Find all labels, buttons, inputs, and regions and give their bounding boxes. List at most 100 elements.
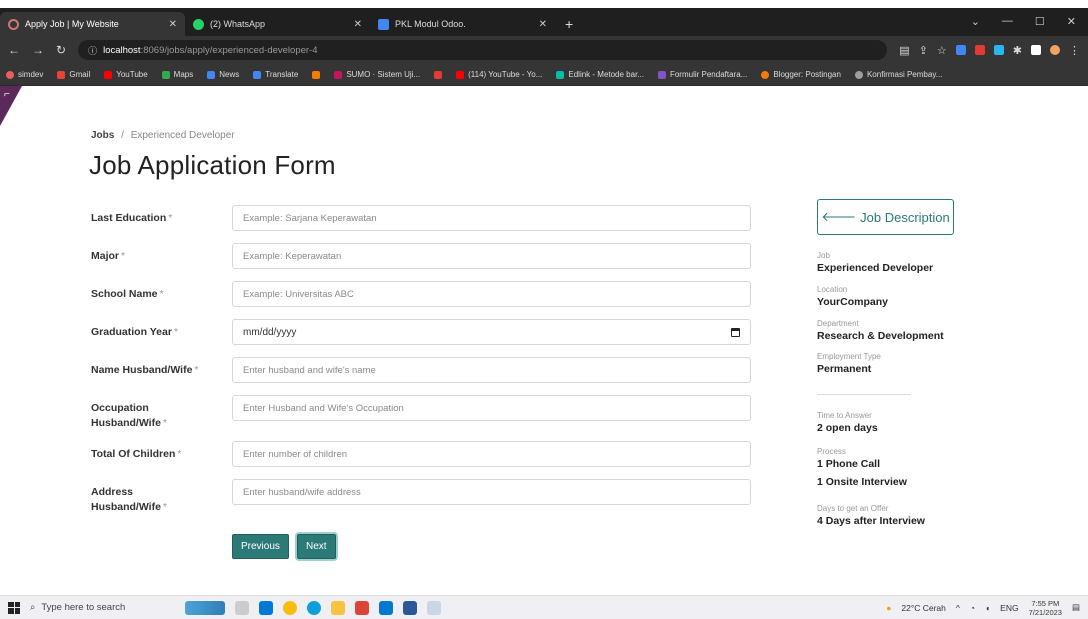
new-tab-icon[interactable]: + — [555, 16, 583, 36]
editor-toggle-icon[interactable]: ⌐ — [4, 89, 10, 100]
extension-icon[interactable] — [955, 45, 966, 55]
profile-avatar-icon[interactable] — [1050, 45, 1060, 55]
browser-tab-pkl[interactable]: PKL Modul Odoo. ✕ — [370, 12, 555, 36]
spouse-name-input[interactable] — [232, 357, 751, 383]
reload-icon[interactable]: ↻ — [56, 43, 66, 57]
bookmark-item[interactable]: YouTube — [104, 70, 148, 79]
maximize-icon[interactable]: ☐ — [1035, 15, 1045, 28]
bookmark-item[interactable]: Edlink - Metode bar... — [556, 70, 644, 79]
bookmark-item[interactable]: Maps — [161, 70, 194, 79]
chevron-up-icon[interactable]: ^ — [956, 603, 960, 613]
browser-tabstrip: Apply Job | My Website ✕ (2) WhatsApp ✕ … — [0, 8, 1088, 36]
gmail-icon — [57, 70, 66, 79]
bookmark-label: Translate — [265, 70, 299, 79]
sidebar-department: Department Research & Development — [817, 318, 997, 343]
days-to-offer-value: 4 Days after Interview — [817, 515, 925, 527]
graduation-year-date-input[interactable]: mm/dd/yyyy — [232, 319, 751, 345]
vscode-icon[interactable] — [379, 600, 393, 615]
file-explorer-icon[interactable] — [331, 600, 345, 615]
store-icon[interactable] — [259, 600, 273, 615]
sidebar-icon[interactable] — [1031, 45, 1041, 55]
bookmark-item[interactable]: SUMO · Sistem Uji... — [334, 70, 420, 79]
spouse-address-input[interactable] — [232, 479, 751, 505]
menu-icon[interactable]: ⋮ — [1069, 44, 1080, 57]
major-input[interactable] — [232, 243, 751, 269]
bookmark-item[interactable]: Translate — [253, 70, 298, 79]
edge-icon[interactable] — [307, 600, 321, 615]
bookmark-item[interactable] — [434, 70, 443, 79]
date-value: mm/dd/yyyy — [243, 326, 297, 338]
news-icon — [207, 70, 216, 79]
back-icon[interactable]: ← — [8, 43, 20, 57]
close-icon[interactable]: ✕ — [169, 19, 177, 30]
language-indicator[interactable]: ENG — [1000, 603, 1018, 613]
spouse-occupation-input[interactable] — [232, 395, 751, 421]
bookmark-item[interactable] — [312, 70, 321, 79]
maps-icon — [161, 70, 170, 79]
bookmark-label: Maps — [173, 70, 194, 79]
puzzle-icon[interactable]: ✱ — [1013, 44, 1022, 57]
translate-icon[interactable]: ▤ — [899, 44, 909, 57]
weather-text[interactable]: 22°C Cerah — [901, 603, 946, 613]
job-label: Job — [817, 251, 830, 260]
bookmark-item[interactable]: News — [207, 70, 239, 79]
browser-tab-whatsapp[interactable]: (2) WhatsApp ✕ — [185, 12, 370, 36]
extension-icon[interactable] — [974, 45, 985, 55]
odoo-favicon-icon — [8, 18, 19, 30]
landscape-widget-icon[interactable] — [185, 600, 225, 615]
screen: Apply Job | My Website ✕ (2) WhatsApp ✕ … — [0, 0, 1088, 619]
calendar-icon[interactable] — [731, 327, 740, 337]
browser-tab-apply-job[interactable]: Apply Job | My Website ✕ — [0, 12, 185, 36]
breadcrumb-jobs-link[interactable]: Jobs — [91, 130, 114, 141]
next-button[interactable]: Next — [297, 534, 336, 559]
total-children-input[interactable] — [232, 441, 751, 467]
extension-icon[interactable] — [993, 45, 1004, 55]
tab-label: Apply Job | My Website — [25, 19, 119, 29]
last-education-input[interactable] — [232, 205, 751, 231]
url-field[interactable]: ⓘ localhost:8069/jobs/apply/experienced-… — [78, 40, 888, 60]
bookmark-item[interactable]: Gmail — [57, 70, 90, 79]
sidebar-divider — [817, 394, 911, 395]
close-icon[interactable]: ✕ — [539, 19, 547, 30]
close-window-icon[interactable]: ✕ — [1067, 15, 1076, 28]
form-row-spouse-name: Name Husband/Wife * — [91, 357, 751, 387]
volume-icon[interactable]: ◖ — [985, 603, 990, 613]
previous-button[interactable]: Previous — [232, 534, 289, 559]
weather-icon[interactable]: ● — [886, 603, 891, 613]
tab-search-icon[interactable]: ⌄ — [971, 15, 980, 28]
notification-icon[interactable]: ▤ — [1072, 602, 1080, 613]
school-name-input[interactable] — [232, 281, 751, 307]
share-icon[interactable]: ⇪ — [919, 44, 928, 57]
bookmark-item[interactable]: Konfirmasi Pembay... — [854, 70, 942, 79]
chrome-icon[interactable] — [283, 600, 297, 615]
bookmark-item[interactable]: Formulir Pendaftara... — [657, 70, 747, 79]
job-description-button[interactable]: 🡐 Job Description — [817, 199, 954, 235]
app-icon[interactable] — [427, 600, 441, 615]
sidebar-employment-type: Employment Type Permanent — [817, 351, 997, 376]
network-icon[interactable]: ◔ — [970, 603, 975, 613]
bookmark-label: SUMO · Sistem Uji... — [346, 70, 421, 79]
bookmark-item[interactable]: Blogger: Postingan — [761, 70, 841, 79]
employment-type-value: Permanent — [817, 363, 872, 375]
taskbar-search[interactable]: ⌕ Type here to search — [30, 602, 175, 613]
forward-icon[interactable]: → — [32, 43, 44, 57]
bookmark-item[interactable]: (114) YouTube - Yo... — [456, 70, 542, 79]
clock[interactable]: 7:55 PM 7/21/2023 — [1029, 599, 1062, 617]
word-icon[interactable] — [403, 600, 417, 615]
chrome-app-icon[interactable] — [355, 600, 369, 615]
taskbar-search-placeholder: Type here to search — [41, 602, 126, 613]
bookmarks-bar: simdev Gmail YouTube Maps News Translate… — [0, 64, 1088, 86]
job-description-label: Job Description — [860, 209, 950, 225]
form-row-last-education: Last Education * — [91, 205, 751, 235]
close-icon[interactable]: ✕ — [354, 19, 362, 30]
form-row-graduation-year: Graduation Year * mm/dd/yyyy — [91, 319, 751, 349]
page-title: Job Application Form — [89, 150, 336, 180]
star-icon[interactable]: ☆ — [937, 44, 947, 57]
windows-start-icon[interactable] — [8, 601, 20, 614]
info-icon[interactable]: ⓘ — [88, 44, 97, 57]
task-view-icon[interactable] — [235, 600, 249, 615]
bookmark-item[interactable]: simdev — [6, 70, 43, 79]
minimize-icon[interactable]: — — [1002, 15, 1013, 28]
total-children-label: Total Of Children * — [91, 448, 182, 460]
arrow-left-icon: 🡐 — [821, 209, 857, 224]
